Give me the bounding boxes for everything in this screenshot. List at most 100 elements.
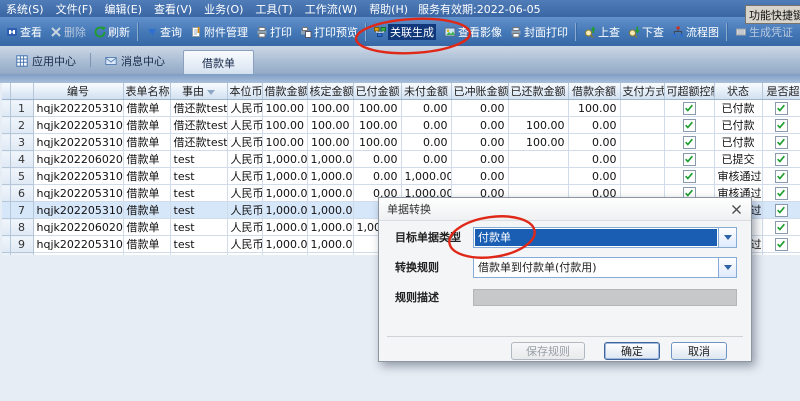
cell-paid[interactable]: 0.00 [353,168,401,185]
header-offset[interactable]: 已冲账金额 [451,83,508,100]
header-code[interactable]: 编号 [33,83,123,100]
cell-code[interactable]: hqjk20220531077 [33,100,123,117]
menu-item-view[interactable]: 查看(V) [148,1,198,17]
cell-over[interactable] [762,168,800,185]
convert-rule-select[interactable]: 借款单到付款单(付款用) [473,257,737,278]
chevron-down-icon[interactable] [718,228,736,247]
cell-currency[interactable]: 人民币 [227,236,262,253]
header-payment[interactable]: 支付方式 [620,83,664,100]
cell-loan[interactable]: 100.00 [262,100,307,117]
cell-reason[interactable]: 借还款test [170,100,227,117]
view-button[interactable]: 查看 [2,22,46,42]
menu-item-tools[interactable]: 工具(T) [249,1,298,17]
cell-code[interactable]: hqjk20220531076 [33,117,123,134]
flowchart-button[interactable]: 流程图 [668,22,723,42]
cell-currency[interactable]: 人民币 [227,151,262,168]
cell-payment[interactable] [620,134,664,151]
table-row[interactable]: 4hqjk20220602078借款单test人民币1,000.001,000.… [2,151,800,168]
cell-code[interactable]: hqjk20220531075 [33,134,123,151]
cell-loan[interactable]: 1,000.00 [262,202,307,219]
header-approved[interactable]: 核定金额 [307,83,353,100]
header-reason[interactable]: 事由 [170,83,227,100]
cell-over[interactable] [762,253,800,256]
filter-icon[interactable] [207,90,215,95]
cell-status[interactable]: 已提交 [714,151,762,168]
cell-balance[interactable]: 0.00 [568,134,620,151]
tab-loan-form[interactable]: 借款单 [183,50,254,74]
menu-item-system[interactable]: 系统(S) [0,1,50,17]
cell-currency[interactable]: 人民币 [227,185,262,202]
cell-code[interactable]: hqjk20220531071 [33,185,123,202]
cell-reason[interactable]: 借还款test [170,117,227,134]
cell-reason[interactable]: test [170,202,227,219]
cell-approved[interactable]: 1,000.00 [307,151,353,168]
cell-balance[interactable]: 0.00 [568,117,620,134]
cell-paid[interactable]: 100.00 [353,117,401,134]
cell-loan[interactable]: 1,000.00 [262,236,307,253]
cell-form[interactable]: 借款单 [123,134,170,151]
cell-payment[interactable] [620,100,664,117]
cell-status[interactable]: 已付款 [714,100,762,117]
cell-reason[interactable]: test [170,236,227,253]
cell-loan[interactable]: 1,000.00 [262,219,307,236]
cell-over[interactable] [762,236,800,253]
cell-balance[interactable]: 0.00 [568,168,620,185]
cell-status[interactable]: 审核通过 [714,168,762,185]
cell-reason[interactable]: test [170,151,227,168]
search-up-button[interactable]: 上查 [580,22,624,42]
cell-currency[interactable]: 人民币 [227,168,262,185]
cell-repaid[interactable] [508,168,568,185]
cell-reason[interactable]: test [170,253,227,256]
cell-approved[interactable]: 1,000.00 [307,168,353,185]
cell-currency[interactable]: 人民币 [227,253,262,256]
view-image-button[interactable]: 查看影像 [440,22,506,42]
target-type-select[interactable]: 付款单 [473,227,737,248]
link-generate-button[interactable]: 关联生成 [370,22,440,42]
cell-num[interactable]: 4 [10,151,33,168]
cell-currency[interactable]: 人民币 [227,100,262,117]
header-unpaid[interactable]: 未付金额 [401,83,451,100]
cell-over[interactable] [762,185,800,202]
cell-form[interactable]: 借款单 [123,100,170,117]
cell-ind[interactable] [2,168,10,185]
header-form[interactable]: 表单名称 [123,83,170,100]
cell-form[interactable]: 借款单 [123,151,170,168]
header-paid[interactable]: 已付金额 [353,83,401,100]
cell-reason[interactable]: test [170,219,227,236]
cell-unpaid[interactable]: 0.00 [401,100,451,117]
cell-ind[interactable] [2,219,10,236]
cell-repaid[interactable] [508,100,568,117]
cell-loan[interactable]: 1,000.00 [262,185,307,202]
cell-code[interactable]: hqjk20220602078 [33,151,123,168]
cell-overctl[interactable] [664,168,714,185]
cell-loan[interactable]: 1,000.00 [262,168,307,185]
cell-repaid[interactable] [508,151,568,168]
cover-print-button[interactable]: 封面打印 [506,22,572,42]
header-overctl[interactable]: 可超额控制 [664,83,714,100]
cell-code[interactable]: hqjk20220531072 [33,202,123,219]
header-repaid[interactable]: 已还款金额 [508,83,568,100]
cell-payment[interactable] [620,117,664,134]
cell-over[interactable] [762,117,800,134]
cell-approved[interactable]: 100.00 [307,134,353,151]
cell-over[interactable] [762,219,800,236]
cell-balance[interactable]: 0.00 [568,151,620,168]
cell-over[interactable] [762,151,800,168]
cell-offset[interactable]: 0.00 [451,134,508,151]
cell-approved[interactable]: 100.00 [307,117,353,134]
cell-offset[interactable]: 0.00 [451,100,508,117]
cell-code[interactable]: hqjk20220531073 [33,168,123,185]
cell-ind[interactable] [2,100,10,117]
cell-num[interactable]: 7 [10,202,33,219]
cell-currency[interactable]: 人民币 [227,219,262,236]
cell-num[interactable]: 10 [10,253,33,256]
menu-item-workflow[interactable]: 工作流(W) [299,1,363,17]
cell-over[interactable] [762,100,800,117]
cell-offset[interactable]: 0.00 [451,151,508,168]
cell-num[interactable]: 3 [10,134,33,151]
cell-approved[interactable]: 1,000.00 [307,202,353,219]
cell-ind[interactable] [2,151,10,168]
cell-num[interactable]: 5 [10,168,33,185]
cell-form[interactable]: 借款单 [123,185,170,202]
refresh-button[interactable]: 刷新 [90,22,134,42]
